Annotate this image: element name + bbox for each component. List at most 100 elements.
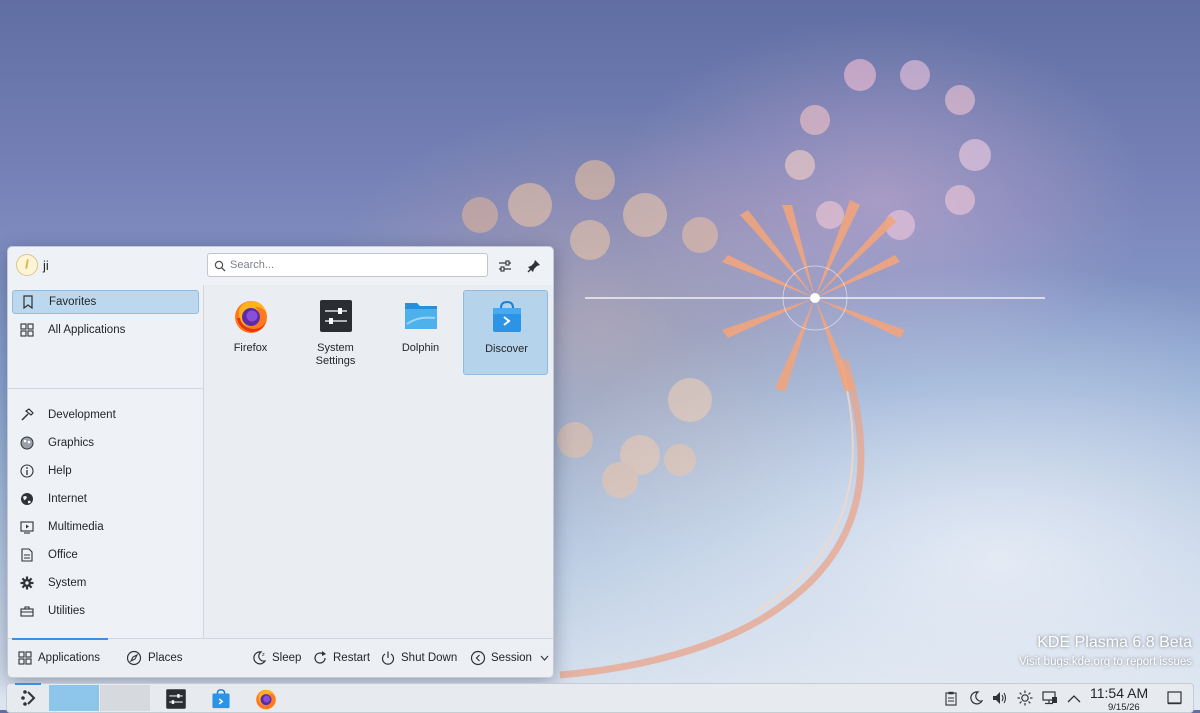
tab-places[interactable]: Places <box>126 639 183 677</box>
favorite-dolphin[interactable]: Dolphin <box>378 290 463 375</box>
taskbar-app-system-settings[interactable] <box>163 686 189 712</box>
virtual-desktop-2[interactable] <box>100 685 150 711</box>
favorite-label: Dolphin <box>401 342 440 354</box>
launcher-header: ji <box>8 247 553 285</box>
tray-volume[interactable] <box>990 687 1010 709</box>
svg-text:z: z <box>262 652 265 658</box>
night-mode-icon <box>970 691 983 705</box>
favorite-system-settings[interactable]: System Settings <box>293 290 378 375</box>
tray-night-mode[interactable] <box>966 687 986 709</box>
clipboard-icon <box>945 691 957 706</box>
tray-clipboard[interactable] <box>941 687 961 709</box>
clock-time[interactable]: 11:54 AM <box>1090 685 1148 701</box>
sidebar-item-internet[interactable]: Internet <box>12 487 199 511</box>
sleep-icon: z <box>251 650 267 666</box>
application-launcher: ji Favorites <box>7 246 554 678</box>
power-icon <box>380 650 396 666</box>
category-sidebar: Favorites All Applications Development G… <box>8 285 204 638</box>
application-launcher-button[interactable] <box>11 683 45 712</box>
sidebar-item-label: All Applications <box>48 324 126 336</box>
compass-icon <box>126 650 142 666</box>
sidebar-item-development[interactable]: Development <box>12 403 199 427</box>
globe-icon <box>19 491 35 507</box>
volume-icon <box>993 692 1007 704</box>
sidebar-item-multimedia[interactable]: Multimedia <box>12 515 199 539</box>
favorite-label: System Settings <box>315 342 356 367</box>
search-field[interactable] <box>207 253 488 277</box>
plasma-version-title: KDE Plasma 6.8 Beta <box>1037 634 1192 651</box>
taskbar-app-discover[interactable] <box>208 686 234 712</box>
shut-down-button[interactable]: Shut Down <box>380 639 457 677</box>
sidebar-item-label: Office <box>48 549 78 561</box>
dolphin-folder-icon <box>405 303 437 329</box>
virtual-desktop-1[interactable] <box>49 685 99 711</box>
palette-icon <box>19 435 35 451</box>
session-label: Session <box>491 652 532 664</box>
bookmark-icon <box>20 294 36 310</box>
taskbar: 11:54 AM 9/15/26 <box>6 683 1194 713</box>
sleep-button[interactable]: z Sleep <box>251 639 301 677</box>
shut-down-label: Shut Down <box>401 652 458 664</box>
media-icon <box>19 519 35 535</box>
sidebar-item-help[interactable]: Help <box>12 459 199 483</box>
favorite-label: Discover <box>485 343 528 355</box>
session-icon <box>470 650 486 666</box>
username-label[interactable]: ji <box>43 258 49 273</box>
session-button[interactable]: Session <box>470 639 549 677</box>
restart-button[interactable]: Restart <box>312 639 370 677</box>
tab-applications[interactable]: Applications <box>11 638 109 677</box>
sidebar-item-graphics[interactable]: Graphics <box>12 431 199 455</box>
sidebar-item-all-applications[interactable]: All Applications <box>12 318 199 342</box>
tray-network[interactable] <box>1040 687 1060 709</box>
sidebar-item-utilities[interactable]: Utilities <box>12 599 199 623</box>
gear-icon <box>19 575 35 591</box>
tab-label: Applications <box>38 652 101 664</box>
tray-brightness[interactable] <box>1015 687 1035 709</box>
clock-date[interactable]: 9/15/26 <box>1108 702 1140 713</box>
sidebar-item-favorites[interactable]: Favorites <box>12 290 199 314</box>
sidebar-item-label: Favorites <box>49 296 97 308</box>
launcher-footer: Applications Places z Sleep Restart Shut… <box>8 638 553 677</box>
search-input[interactable] <box>230 254 480 276</box>
taskbar-app-firefox[interactable] <box>253 686 279 712</box>
favorite-firefox[interactable]: Firefox <box>208 290 293 375</box>
sidebar-item-label: Graphics <box>48 437 95 449</box>
favorite-discover[interactable]: Discover <box>463 290 548 375</box>
show-desktop-icon <box>1166 691 1182 705</box>
pin-icon <box>527 260 540 273</box>
info-icon <box>19 463 35 479</box>
sidebar-item-label: Internet <box>48 493 87 505</box>
system-settings-icon <box>166 689 186 709</box>
restart-icon <box>312 650 328 666</box>
sidebar-item-label: Development <box>48 409 116 421</box>
grid-icon <box>18 651 32 665</box>
grid-icon <box>19 322 35 338</box>
favorite-label: Firefox <box>233 342 268 354</box>
hammer-icon <box>19 407 35 423</box>
expand-tray-icon <box>1067 694 1081 702</box>
sidebar-item-label: System <box>48 577 87 589</box>
chevron-down-icon <box>540 655 549 661</box>
search-icon <box>214 259 226 277</box>
sidebar-separator <box>8 388 203 389</box>
brightness-icon <box>1017 690 1033 706</box>
sleep-label: Sleep <box>272 652 302 664</box>
avatar[interactable] <box>16 254 38 276</box>
configure-button[interactable] <box>493 254 517 278</box>
sidebar-item-label: Utilities <box>48 605 86 617</box>
sidebar-item-label: Help <box>48 465 72 477</box>
favorites-grid: Firefox System Settings Dolphin Discover <box>204 285 553 638</box>
sidebar-item-office[interactable]: Office <box>12 543 199 567</box>
restart-label: Restart <box>333 652 371 664</box>
toolbox-icon <box>19 603 35 619</box>
sidebar-item-label: Multimedia <box>48 521 104 533</box>
show-desktop-button[interactable] <box>1164 687 1184 709</box>
sidebar-item-system[interactable]: System <box>12 571 199 595</box>
document-icon <box>19 547 35 563</box>
plasma-bug-report-hint: Visit bugs.kde.org to report issues <box>1018 656 1192 668</box>
discover-icon <box>493 300 521 332</box>
network-icon <box>1042 691 1057 705</box>
tray-expand[interactable] <box>1064 687 1084 709</box>
pin-button[interactable] <box>522 254 546 278</box>
system-settings-icon <box>320 300 352 332</box>
